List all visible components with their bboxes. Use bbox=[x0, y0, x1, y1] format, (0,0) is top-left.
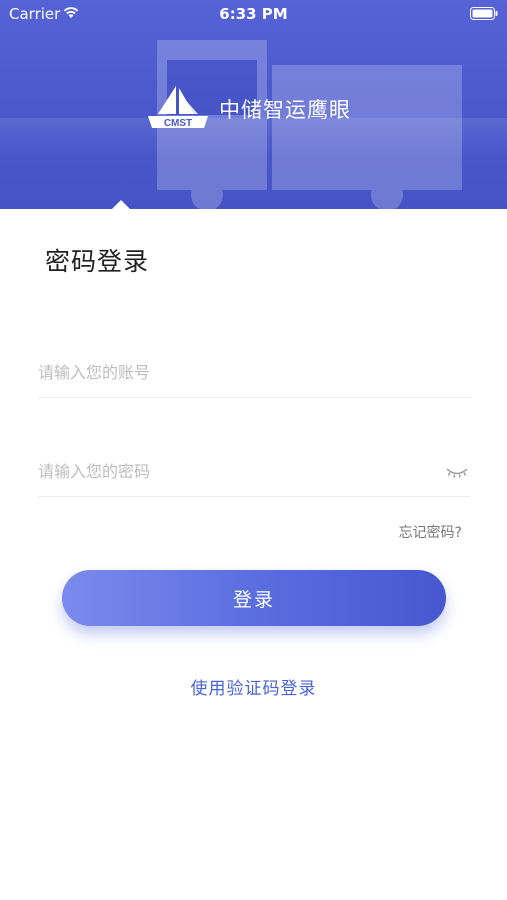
brand-name: 中储智运鹰眼 bbox=[219, 98, 351, 122]
status-bar: Carrier 6:33 PM bbox=[0, 0, 507, 28]
forgot-password-link[interactable]: 忘记密码? bbox=[399, 522, 462, 542]
battery-icon bbox=[470, 7, 498, 20]
sailboat-logo: CMST bbox=[148, 86, 208, 129]
eye-closed-icon[interactable] bbox=[446, 465, 468, 479]
login-button[interactable]: 登录 bbox=[62, 570, 446, 626]
logo-text: CMST bbox=[164, 118, 192, 129]
account-field bbox=[38, 348, 470, 398]
clock: 6:33 PM bbox=[219, 5, 288, 23]
header-notch bbox=[112, 200, 130, 209]
sms-login-link[interactable]: 使用验证码登录 bbox=[0, 674, 507, 699]
account-input[interactable] bbox=[38, 358, 428, 386]
password-field bbox=[38, 447, 470, 497]
page-title: 密码登录 bbox=[45, 247, 150, 276]
password-input[interactable] bbox=[38, 457, 428, 485]
